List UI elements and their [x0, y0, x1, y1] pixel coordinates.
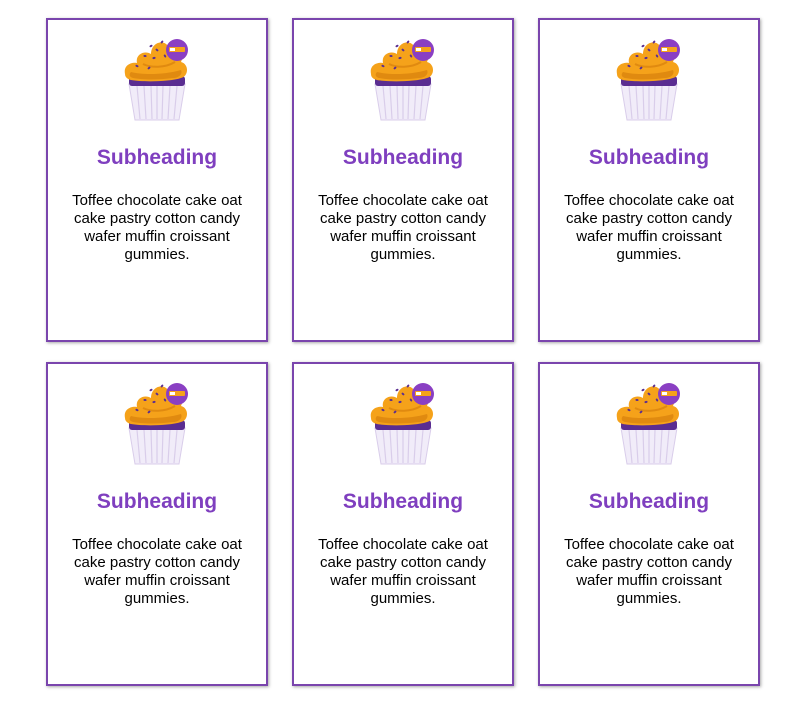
cupcake-icon	[370, 39, 434, 121]
cupcake-icon	[616, 383, 680, 465]
cupcake-icon	[616, 39, 680, 121]
feature-card: Subheading Toffee chocolate cake oat cak…	[538, 18, 760, 342]
feature-card: Subheading Toffee chocolate cake oat cak…	[292, 18, 514, 342]
card-subheading: Subheading	[96, 490, 218, 513]
card-subheading: Subheading	[342, 490, 464, 513]
card-subheading: Subheading	[96, 146, 218, 169]
feature-card: Subheading Toffee chocolate cake oat cak…	[538, 362, 760, 686]
feature-card: Subheading Toffee chocolate cake oat cak…	[46, 362, 268, 686]
card-text: Toffee chocolate cake oat cake pastry co…	[564, 536, 734, 607]
card-text: Toffee chocolate cake oat cake pastry co…	[72, 536, 242, 607]
feature-card: Subheading Toffee chocolate cake oat cak…	[292, 362, 514, 686]
card-text: Toffee chocolate cake oat cake pastry co…	[318, 192, 488, 263]
cupcake-icon	[370, 383, 434, 465]
feature-card: Subheading Toffee chocolate cake oat cak…	[46, 18, 268, 342]
card-subheading: Subheading	[588, 146, 710, 169]
card-text: Toffee chocolate cake oat cake pastry co…	[318, 536, 488, 607]
cupcake-icon	[124, 39, 188, 121]
card-subheading: Subheading	[342, 146, 464, 169]
card-grid: Subheading Toffee chocolate cake oat cak…	[46, 18, 760, 686]
card-subheading: Subheading	[588, 490, 710, 513]
card-text: Toffee chocolate cake oat cake pastry co…	[72, 192, 242, 263]
cupcake-icon	[124, 383, 188, 465]
card-text: Toffee chocolate cake oat cake pastry co…	[564, 192, 734, 263]
